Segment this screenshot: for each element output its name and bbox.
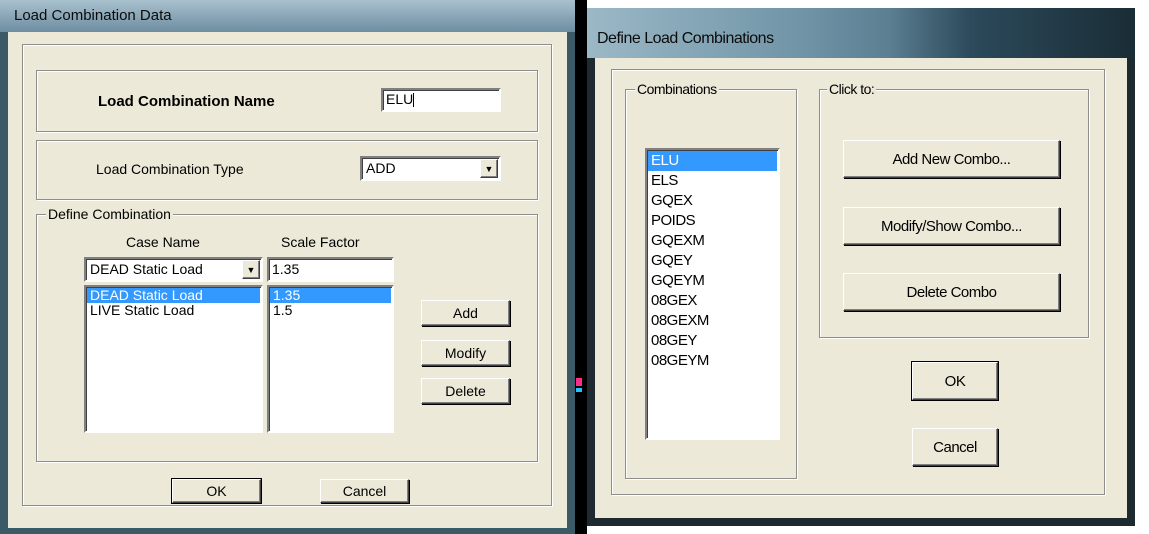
list-item[interactable]: 08GEY <box>648 331 777 351</box>
list-item[interactable]: LIVE Static Load <box>87 303 260 318</box>
cancel-button[interactable]: Cancel <box>320 479 409 503</box>
case-list[interactable]: DEAD Static Load LIVE Static Load <box>84 285 263 433</box>
list-item[interactable]: ELU <box>648 151 777 171</box>
ok-button[interactable]: OK <box>171 478 262 504</box>
list-item[interactable]: 08GEXM <box>648 311 777 331</box>
name-label: Load Combination Name <box>98 93 275 110</box>
dialog-body: Combinations ELU ELS GQEX POIDS GQEXM GQ… <box>595 58 1127 518</box>
dialog-title-bar[interactable]: Load Combination Data <box>0 0 575 32</box>
click-to-legend: Click to: <box>827 81 877 97</box>
load-combination-data-dialog: Load Combination Data Load Combination N… <box>0 0 575 534</box>
dialog-title: Define Load Combinations <box>597 30 774 47</box>
background-strip <box>575 0 587 534</box>
define-load-combinations-dialog: Define Load Combinations Combinations EL… <box>587 8 1135 526</box>
background-marker <box>576 378 582 386</box>
combination-name-input[interactable]: ELU <box>381 88 501 112</box>
chevron-down-icon: ▼ <box>246 264 256 275</box>
combination-type-select[interactable]: ADD ▼ <box>360 156 501 181</box>
list-item[interactable]: 1.35 <box>270 288 391 303</box>
list-item[interactable]: GQEXM <box>648 231 777 251</box>
dialog-title-bar[interactable]: Define Load Combinations <box>587 8 1135 58</box>
list-item[interactable]: POIDS <box>648 211 777 231</box>
modify-button[interactable]: Modify <box>421 340 510 366</box>
type-label: Load Combination Type <box>96 161 244 177</box>
case-name-header: Case Name <box>126 234 200 250</box>
dropdown-button[interactable]: ▼ <box>242 260 260 279</box>
ok-button[interactable]: OK <box>911 361 999 401</box>
scale-factor-header: Scale Factor <box>281 234 360 250</box>
modify-show-combo-button[interactable]: Modify/Show Combo... <box>843 207 1060 245</box>
add-button[interactable]: Add <box>421 300 510 326</box>
list-item[interactable]: GQEYM <box>648 271 777 291</box>
dialog-body: Load Combination Name ELU Load Combinati… <box>8 32 567 528</box>
delete-combo-button[interactable]: Delete Combo <box>843 273 1060 311</box>
list-item[interactable]: DEAD Static Load <box>87 288 260 303</box>
combinations-list[interactable]: ELU ELS GQEX POIDS GQEXM GQEY GQEYM 08GE… <box>645 148 780 440</box>
text-cursor <box>413 93 415 108</box>
list-item[interactable]: 08GEX <box>648 291 777 311</box>
list-item[interactable]: ELS <box>648 171 777 191</box>
add-new-combo-button[interactable]: Add New Combo... <box>843 140 1060 178</box>
dialog-title: Load Combination Data <box>14 7 172 24</box>
list-item[interactable]: 08GEYM <box>648 351 777 371</box>
delete-button[interactable]: Delete <box>421 378 510 404</box>
scale-factor-list[interactable]: 1.35 1.5 <box>267 285 394 433</box>
list-item[interactable]: 1.5 <box>270 303 391 318</box>
dropdown-button[interactable]: ▼ <box>480 159 498 178</box>
case-name-select[interactable]: DEAD Static Load ▼ <box>84 257 263 282</box>
list-item[interactable]: GQEX <box>648 191 777 211</box>
chevron-down-icon: ▼ <box>484 163 494 174</box>
scale-factor-input[interactable]: 1.35 <box>267 257 394 282</box>
define-combination-legend: Define Combination <box>46 206 173 222</box>
combinations-legend: Combinations <box>635 81 719 97</box>
list-item[interactable]: GQEY <box>648 251 777 271</box>
background-marker <box>576 388 582 392</box>
cancel-button[interactable]: Cancel <box>912 428 998 466</box>
